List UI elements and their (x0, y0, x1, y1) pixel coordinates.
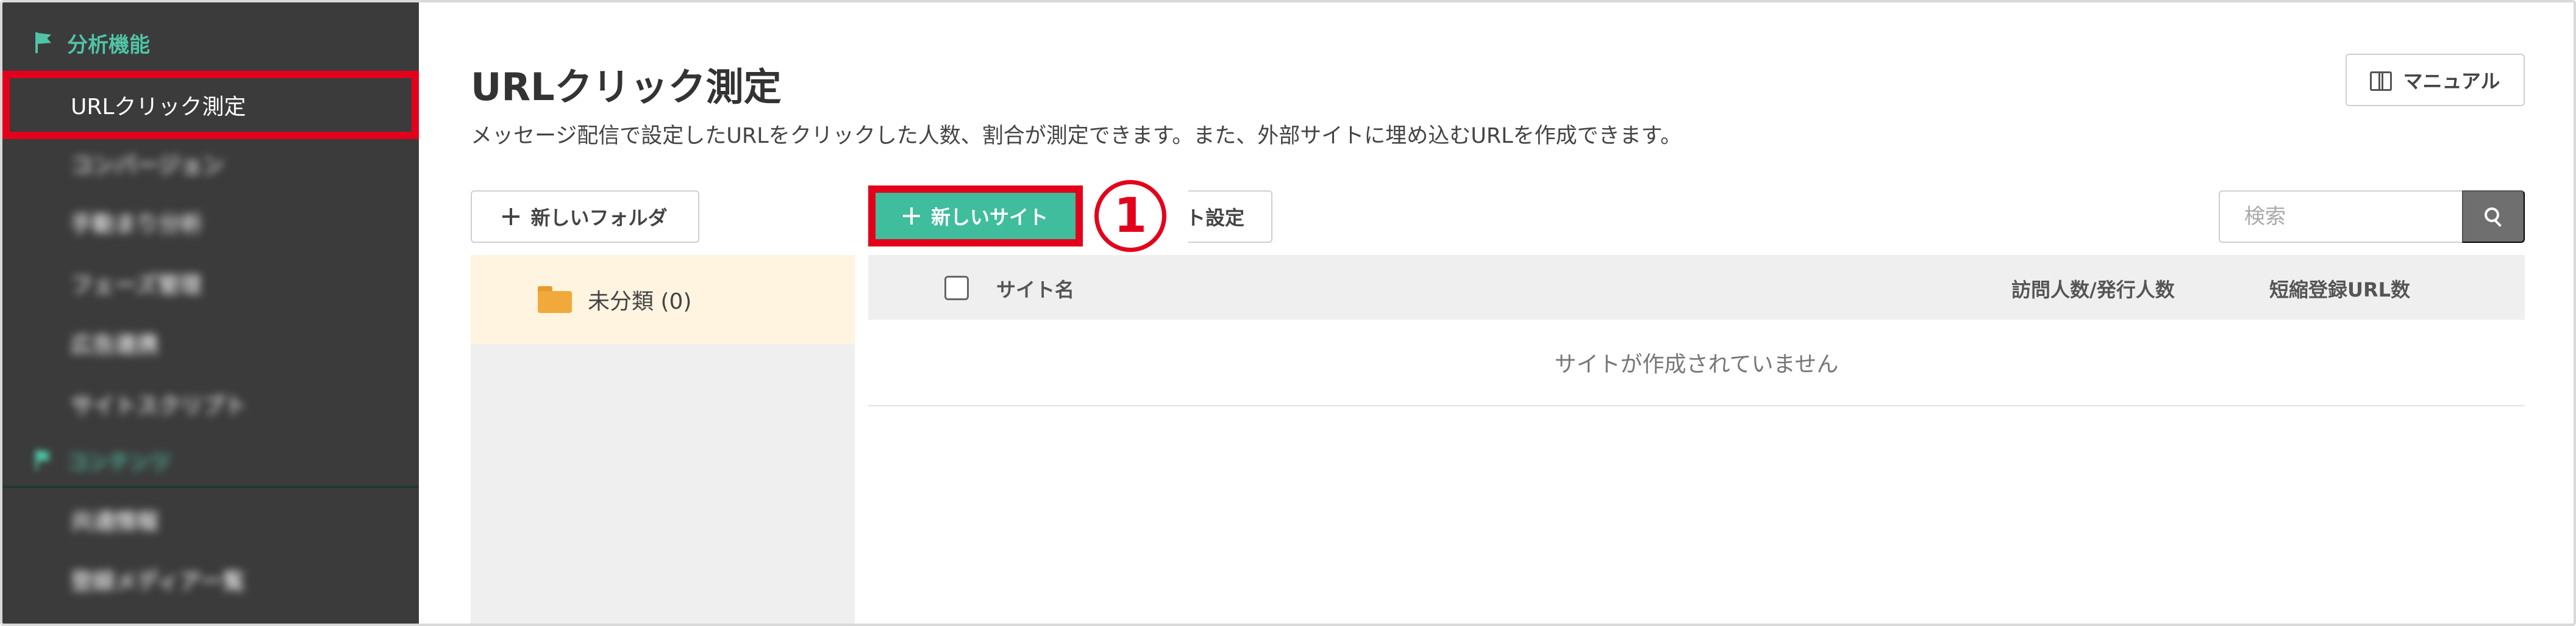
plus-icon (902, 207, 920, 225)
plus-icon (502, 208, 520, 225)
site-settings-label: ト設定 (1185, 207, 1244, 229)
sidebar-item-ads[interactable]: 広告連携 (2, 314, 419, 372)
sidebar-item-url-click[interactable]: URLクリック測定 (2, 71, 419, 139)
column-header-visitors[interactable]: 訪問人数/発行人数 (2011, 275, 2175, 303)
empty-state-message: サイトが作成されていません (868, 320, 2525, 406)
sidebar-section-label: コンテンツ (67, 450, 171, 475)
step-marker-box: 1 (1072, 162, 1188, 270)
step-number-marker: 1 (1094, 180, 1166, 252)
sidebar: 分析機能 URLクリック測定 コンバージョン 手動まり分析 フェーズ管理 広告連… (2, 2, 419, 624)
page-title: URLクリック測定 (471, 65, 782, 109)
sidebar-section-analytics: 分析機能 (2, 13, 419, 72)
new-site-label: 新しいサイト (930, 206, 1048, 228)
sidebar-divider (2, 486, 419, 488)
app-window: 分析機能 URLクリック測定 コンバージョン 手動まり分析 フェーズ管理 広告連… (0, 0, 2576, 626)
folder-label: 未分類 (0) (588, 289, 692, 314)
sidebar-item-label: 手動まり分析 (71, 212, 203, 237)
sidebar-item-site-script[interactable]: サイトスクリプト (2, 375, 419, 433)
sidebar-item-analysis[interactable]: 手動まり分析 (2, 193, 419, 251)
manual-button[interactable]: マニュアル (2346, 54, 2525, 106)
new-site-button[interactable]: 新しいサイト (868, 185, 1083, 246)
sidebar-item-label: 共通情報 (71, 509, 159, 534)
sidebar-item-label: URLクリック測定 (71, 95, 246, 120)
folder-open-icon (538, 286, 572, 313)
search-icon (2484, 207, 2503, 226)
column-header-short-url-count[interactable]: 短縮登録URL数 (2269, 275, 2410, 303)
book-icon (2370, 71, 2392, 91)
sidebar-item-label: コンバージョン (71, 153, 224, 178)
sidebar-item-label: サイトスクリプト (71, 394, 247, 419)
search-button[interactable] (2462, 190, 2525, 243)
folder-panel: 未分類 (0) (471, 255, 855, 624)
new-folder-label: 新しいフォルダ (530, 207, 668, 229)
table-header: サイト名 訪問人数/発行人数 短縮登録URL数 (868, 255, 2525, 320)
sidebar-item-media[interactable]: 登録メディア一覧 (2, 550, 419, 609)
sidebar-section-label: 分析機能 (67, 32, 150, 57)
search-input[interactable] (2219, 190, 2463, 243)
folder-item-uncategorized[interactable]: 未分類 (0) (471, 255, 855, 344)
select-all-checkbox[interactable] (944, 276, 969, 300)
new-folder-button[interactable]: 新しいフォルダ (471, 190, 699, 243)
sidebar-section-content: コンテンツ (2, 431, 419, 489)
sites-table: サイト名 訪問人数/発行人数 短縮登録URL数 サイトが作成されていません (868, 255, 2525, 406)
sidebar-item-common[interactable]: 共通情報 (2, 491, 419, 549)
sidebar-item-label: フェーズ管理 (71, 273, 202, 298)
column-header-site-name[interactable]: サイト名 (996, 275, 1074, 303)
flag-icon (34, 450, 52, 470)
sidebar-item-label: 登録メディア一覧 (71, 569, 245, 594)
manual-label: マニュアル (2403, 70, 2500, 92)
sidebar-item-label: 広告連携 (71, 333, 159, 358)
sidebar-item-conversion[interactable]: コンバージョン (2, 134, 419, 193)
main-content: URLクリック測定 メッセージ配信で設定したURLをクリックした人数、割合が測定… (419, 2, 2574, 624)
page-description: メッセージ配信で設定したURLをクリックした人数、割合が測定できます。また、外部… (471, 124, 1682, 148)
flag-icon (34, 32, 52, 53)
sidebar-item-phase[interactable]: フェーズ管理 (2, 254, 419, 312)
